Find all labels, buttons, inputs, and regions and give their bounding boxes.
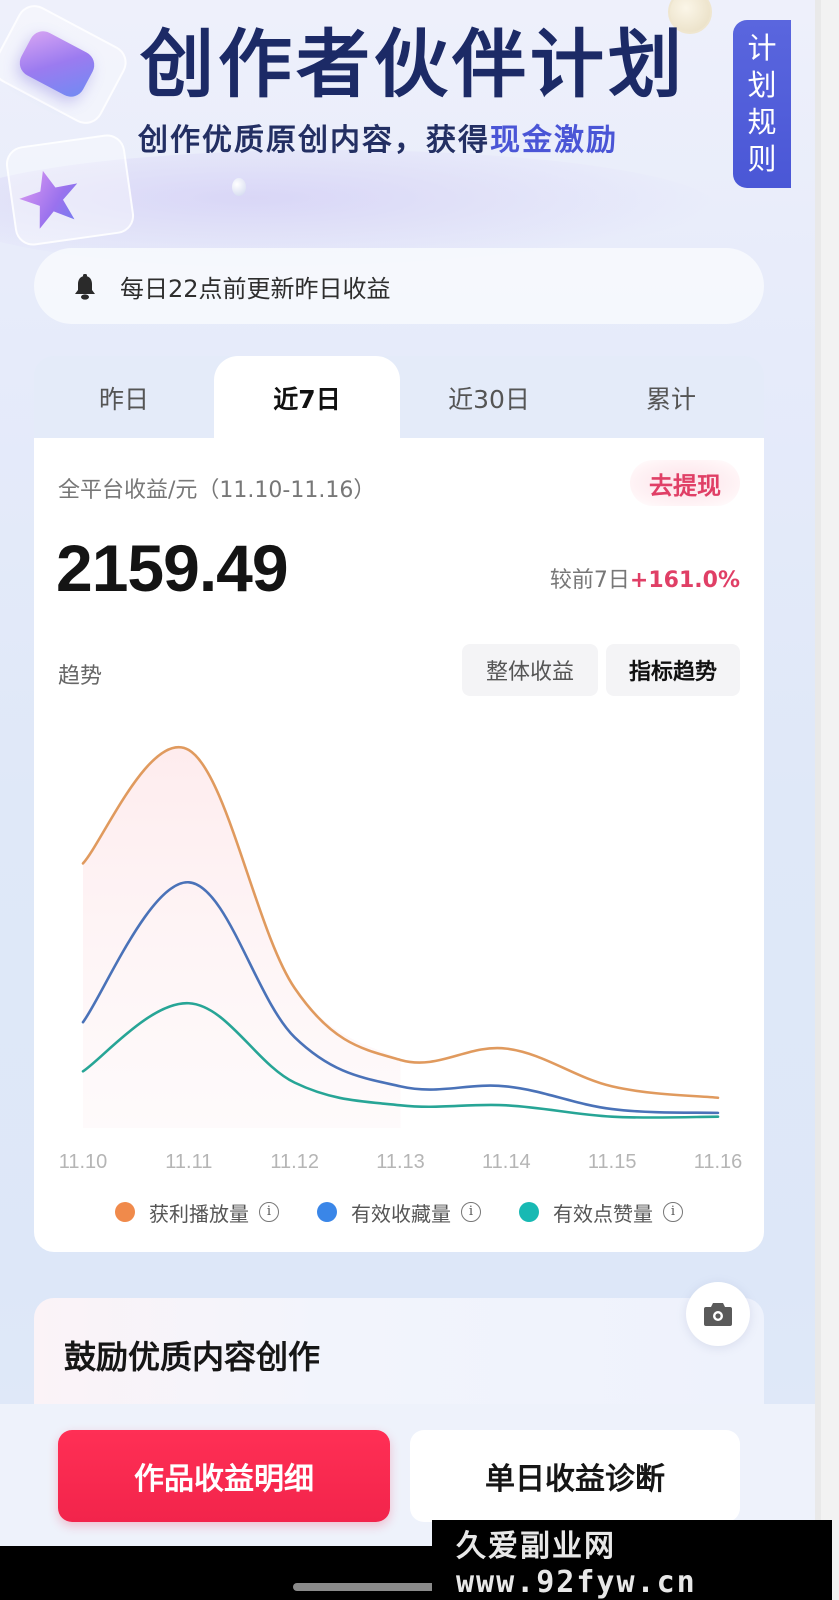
camera-icon bbox=[704, 1303, 732, 1326]
info-icon[interactable]: i bbox=[461, 1202, 481, 1222]
info-icon[interactable]: i bbox=[259, 1202, 279, 1222]
x-tick-label: 11.13 bbox=[376, 1151, 425, 1173]
metric-trend-chart: 11.10 11.11 11.12 11.13 11.14 11.15 11.16 bbox=[59, 745, 743, 1173]
withdraw-button[interactable]: 去提现 bbox=[630, 460, 740, 506]
notice-text: 每日22点前更新昨日收益 bbox=[120, 274, 391, 303]
legend-label: 有效点赞量 bbox=[553, 1201, 653, 1226]
rules-char: 则 bbox=[747, 142, 777, 176]
legend-label: 获利播放量 bbox=[149, 1201, 249, 1226]
earnings-card: 昨日 近7日 近30日 累计 全平台收益/元（11.10-11.16） 去提现 … bbox=[34, 356, 764, 1252]
chart-legend: 获利播放量 i 有效收藏量 i 有效点赞量 i bbox=[34, 1194, 764, 1230]
legend-item-valid-likes[interactable]: 有效点赞量 i bbox=[519, 1198, 683, 1227]
subtitle-highlight: 现金激励 bbox=[490, 123, 618, 158]
tab-last-30-days[interactable]: 近30日 bbox=[400, 356, 578, 440]
tab-last-7-days[interactable]: 近7日 bbox=[214, 356, 400, 440]
compare-label: 较前7日 bbox=[549, 568, 630, 593]
scrollbar-edge bbox=[815, 0, 839, 1600]
x-tick-label: 11.10 bbox=[59, 1151, 108, 1173]
app-screen: 创作者伙伴计划 创作优质原创内容，获得现金激励 计 划 规 则 每日22点前更新… bbox=[0, 0, 815, 1600]
income-label: 全平台收益/元（11.10-11.16） bbox=[58, 478, 376, 503]
tab-yesterday[interactable]: 昨日 bbox=[34, 356, 214, 440]
overall-income-toggle[interactable]: 整体收益 bbox=[462, 644, 598, 696]
x-tick-label: 11.11 bbox=[165, 1151, 212, 1173]
legend-dot bbox=[317, 1202, 337, 1222]
x-tick-label: 11.14 bbox=[482, 1151, 531, 1173]
compare-previous: 较前7日+161.0% bbox=[550, 562, 740, 594]
rules-char: 计 bbox=[747, 31, 777, 65]
plan-rules-button[interactable]: 计 划 规 则 bbox=[733, 20, 791, 188]
rules-char: 规 bbox=[747, 105, 777, 139]
x-tick-label: 11.12 bbox=[270, 1151, 319, 1173]
period-tabs: 昨日 近7日 近30日 累计 bbox=[34, 356, 764, 440]
update-notice-bar: 每日22点前更新昨日收益 bbox=[34, 248, 764, 324]
droplet-decoration bbox=[232, 178, 246, 196]
x-tick-label: 11.15 bbox=[588, 1151, 637, 1173]
legend-dot bbox=[115, 1202, 135, 1222]
screenshot-button[interactable] bbox=[686, 1282, 750, 1346]
daily-earnings-diagnosis-button[interactable]: 单日收益诊断 bbox=[410, 1430, 740, 1522]
legend-dot bbox=[519, 1202, 539, 1222]
legend-item-valid-favorites[interactable]: 有效收藏量 i bbox=[317, 1198, 481, 1227]
rules-char: 划 bbox=[747, 68, 777, 102]
section-title: 鼓励优质内容创作 bbox=[64, 1338, 321, 1376]
page-title: 创作者伙伴计划 bbox=[140, 22, 686, 108]
trend-label: 趋势 bbox=[58, 664, 103, 689]
work-earnings-detail-button[interactable]: 作品收益明细 bbox=[58, 1430, 390, 1522]
legend-item-monetized-plays[interactable]: 获利播放量 i bbox=[115, 1198, 279, 1227]
info-icon[interactable]: i bbox=[663, 1202, 683, 1222]
metric-trend-toggle[interactable]: 指标趋势 bbox=[606, 644, 740, 696]
total-income-value: 2159.49 bbox=[56, 531, 289, 605]
earnings-card-body: 全平台收益/元（11.10-11.16） 去提现 2159.49 较前7日+16… bbox=[34, 438, 764, 1252]
watermark: 久爱副业网 www.92fyw.cn bbox=[432, 1520, 832, 1600]
bell-icon bbox=[74, 274, 96, 300]
page-subtitle: 创作优质原创内容，获得现金激励 bbox=[138, 126, 618, 156]
home-indicator[interactable] bbox=[293, 1583, 453, 1591]
subtitle-text: 创作优质原创内容，获得 bbox=[138, 123, 490, 158]
compare-delta: +161.0% bbox=[629, 568, 740, 593]
legend-label: 有效收藏量 bbox=[351, 1201, 451, 1226]
tab-cumulative[interactable]: 累计 bbox=[578, 356, 764, 440]
x-tick-label: 11.16 bbox=[694, 1151, 743, 1173]
